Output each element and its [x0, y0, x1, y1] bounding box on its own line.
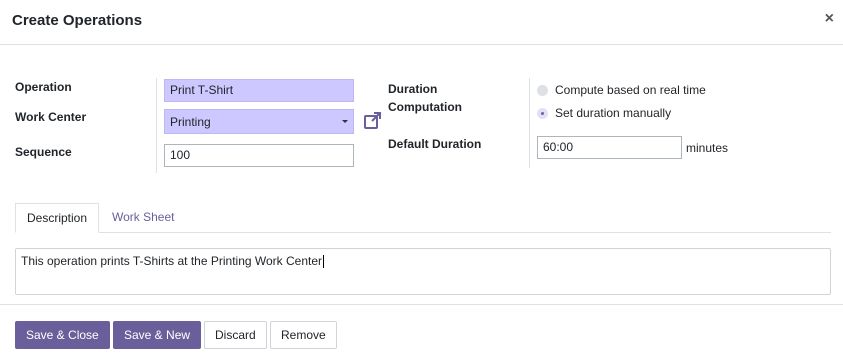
- duration-computation-label-2: Computation: [388, 100, 462, 114]
- caret-down-icon: [342, 120, 348, 123]
- field-divider-right: [529, 78, 530, 168]
- description-textarea[interactable]: This operation prints T-Shirts at the Pr…: [15, 248, 831, 295]
- description-text: This operation prints T-Shirts at the Pr…: [21, 254, 323, 268]
- dialog-header: Create Operations ×: [0, 0, 843, 45]
- save-close-button[interactable]: Save & Close: [15, 321, 110, 349]
- close-icon[interactable]: ×: [825, 11, 834, 27]
- field-divider: [156, 78, 157, 173]
- external-link-icon[interactable]: [363, 112, 383, 130]
- default-duration-label: Default Duration: [388, 137, 482, 151]
- dialog-footer: Save & Close Save & New Discard Remove: [0, 304, 843, 363]
- radio-real-time-label: Compute based on real time: [555, 83, 706, 97]
- duration-unit: minutes: [686, 141, 729, 155]
- radio-manual[interactable]: Set duration manually: [537, 106, 671, 120]
- sequence-label: Sequence: [15, 145, 72, 159]
- operation-input[interactable]: Print T-Shirt: [164, 79, 354, 102]
- radio-checked-icon: [537, 107, 548, 119]
- work-center-label: Work Center: [15, 110, 87, 124]
- work-center-select[interactable]: Printing: [164, 109, 354, 134]
- text-cursor: [323, 255, 325, 269]
- default-duration-input[interactable]: 60:00: [537, 136, 682, 159]
- work-center-value: Printing: [170, 115, 211, 129]
- save-new-button[interactable]: Save & New: [113, 321, 202, 349]
- notebook-tabs: Description Work Sheet: [15, 203, 831, 233]
- operation-label: Operation: [15, 80, 72, 94]
- tab-work-sheet[interactable]: Work Sheet: [101, 203, 185, 233]
- duration-computation-label-1: Duration: [388, 82, 438, 96]
- discard-button[interactable]: Discard: [204, 321, 267, 349]
- radio-real-time[interactable]: Compute based on real time: [537, 83, 706, 97]
- radio-manual-label: Set duration manually: [555, 106, 672, 120]
- remove-button[interactable]: Remove: [270, 321, 337, 349]
- radio-unchecked-icon: [537, 84, 548, 96]
- sequence-input[interactable]: 100: [164, 144, 354, 167]
- tab-description[interactable]: Description: [15, 203, 100, 233]
- dialog-title: Create Operations: [12, 12, 143, 29]
